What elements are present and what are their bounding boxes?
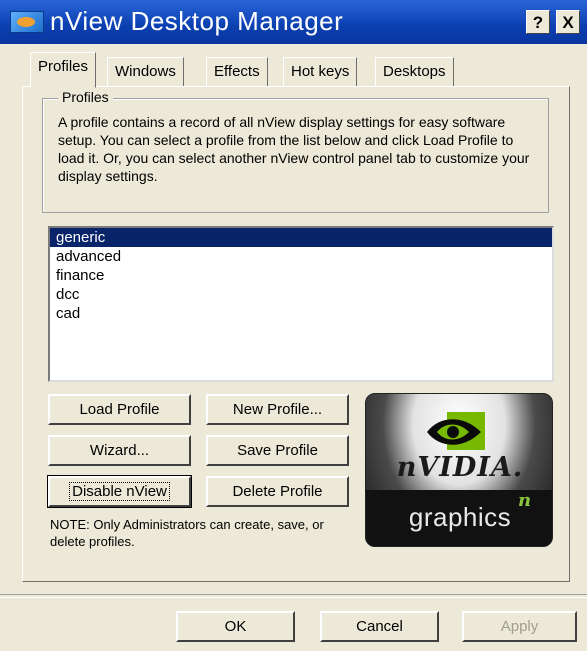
nvidia-eye-icon [427, 412, 485, 450]
logo-superscript: n [518, 490, 532, 511]
tab-hot-keys[interactable]: Hot keys [283, 57, 358, 87]
disable-nview-label: Disable nView [69, 482, 170, 501]
list-item-generic[interactable]: generic [50, 228, 552, 247]
profiles-description: A profile contains a record of all nView… [58, 114, 530, 184]
list-item-dcc[interactable]: dcc [50, 285, 552, 304]
delete-profile-button[interactable]: Delete Profile [206, 476, 349, 507]
admin-note: NOTE: Only Administrators can create, sa… [50, 517, 324, 549]
profiles-group-legend: Profiles [58, 89, 113, 105]
ok-button[interactable]: OK [176, 611, 295, 642]
nvidia-graphics-logo: nVIDIA. graphics n [365, 393, 553, 547]
close-button[interactable]: X [556, 10, 580, 34]
nview-app-icon [10, 11, 44, 33]
disable-nview-button[interactable]: Disable nView [47, 475, 192, 508]
list-item-cad[interactable]: cad [50, 304, 552, 323]
nview-dialog-window: nView Desktop Manager ? X Profiles Windo… [0, 0, 587, 651]
cancel-button[interactable]: Cancel [320, 611, 439, 642]
tab-effects[interactable]: Effects [206, 57, 268, 87]
wizard-button[interactable]: Wizard... [48, 435, 191, 466]
bottom-separator [0, 594, 587, 598]
tab-windows[interactable]: Windows [107, 57, 184, 87]
profile-listbox[interactable]: generic advanced finance dcc cad [48, 226, 554, 382]
nvidia-wordmark: nVIDIA. [396, 452, 524, 483]
load-profile-button[interactable]: Load Profile [48, 394, 191, 425]
save-profile-button[interactable]: Save Profile [206, 435, 349, 466]
new-profile-button[interactable]: New Profile... [206, 394, 349, 425]
list-item-finance[interactable]: finance [50, 266, 552, 285]
help-button[interactable]: ? [526, 10, 550, 34]
tab-profiles[interactable]: Profiles [30, 52, 97, 88]
window-title: nView Desktop Manager [50, 6, 344, 36]
tab-desktops[interactable]: Desktops [375, 57, 454, 87]
title-bar[interactable]: nView Desktop Manager ? X [0, 0, 587, 44]
list-item-advanced[interactable]: advanced [50, 247, 552, 266]
apply-button[interactable]: Apply [462, 611, 577, 642]
